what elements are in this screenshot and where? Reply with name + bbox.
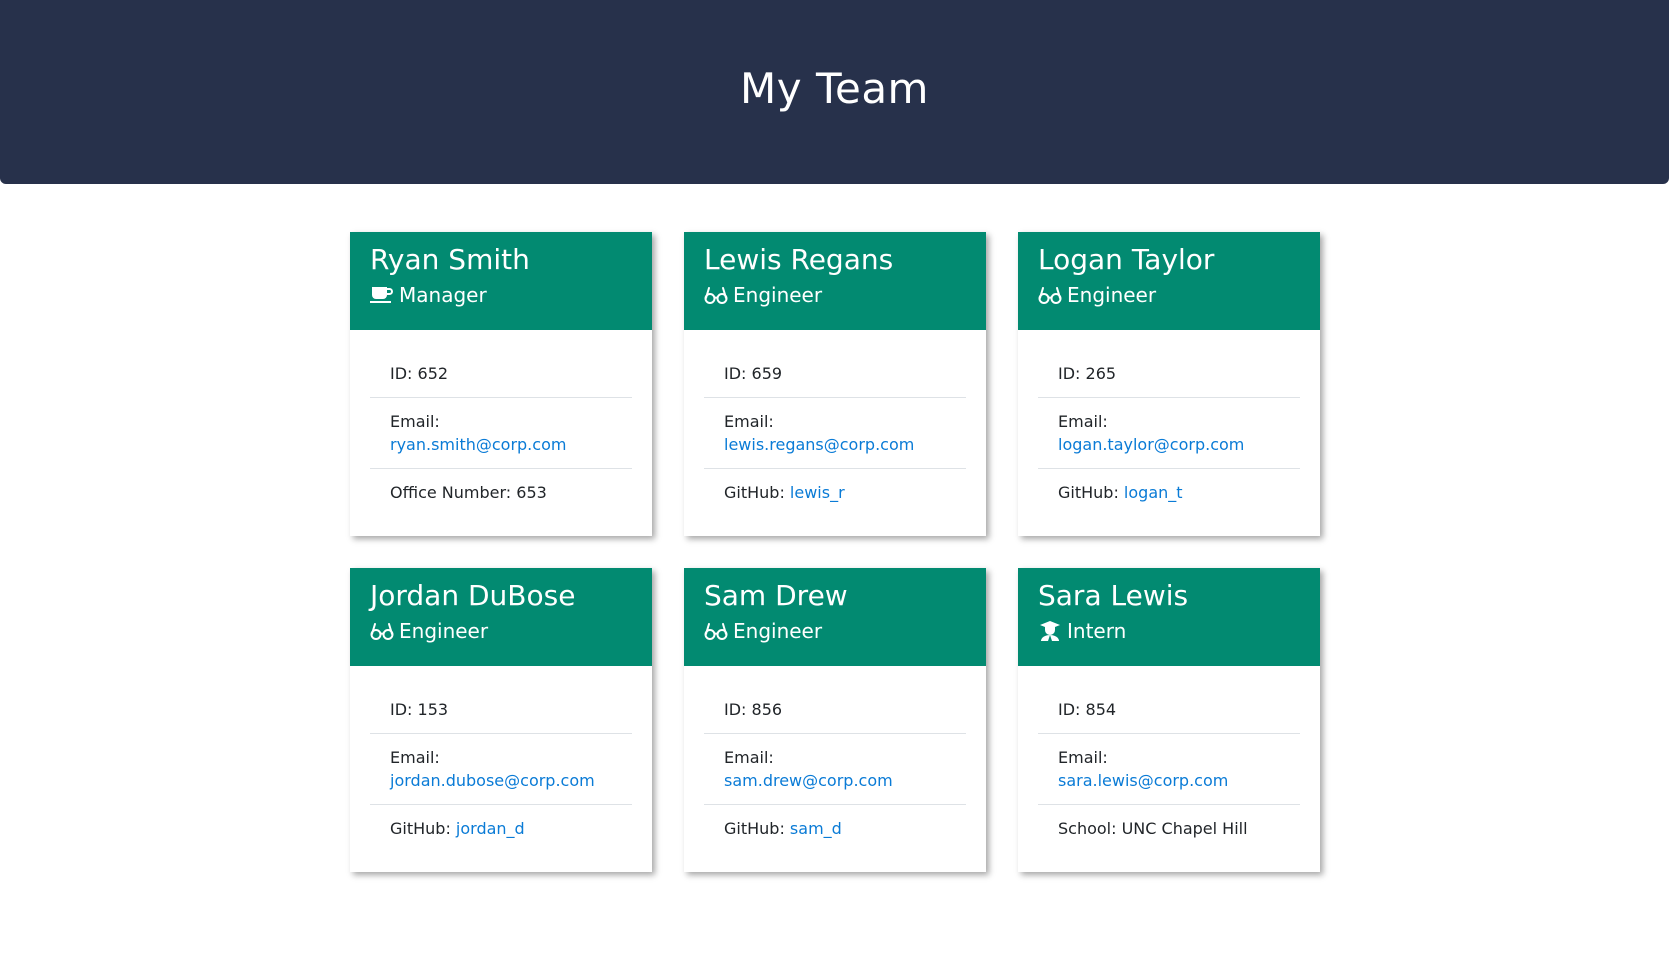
employee-id: ID: 856 <box>704 686 966 734</box>
employee-role: Intern <box>1038 618 1300 644</box>
employee-role: Engineer <box>704 618 966 644</box>
role-label: Engineer <box>733 619 823 643</box>
employee-card: Sam Drew Engineer ID: 856 Email: sam.dre… <box>684 568 986 872</box>
role-label: Engineer <box>733 283 823 307</box>
page-header: My Team <box>0 0 1669 184</box>
employee-role: Engineer <box>370 618 632 644</box>
employee-id: ID: 265 <box>1038 350 1300 398</box>
employee-role: Engineer <box>1038 282 1300 308</box>
github-row: GitHub: lewis_r <box>704 469 966 516</box>
employee-id: ID: 854 <box>1038 686 1300 734</box>
coffee-mug-icon <box>370 285 394 305</box>
email-label: Email: <box>1058 748 1108 767</box>
github-link[interactable]: lewis_r <box>790 483 845 502</box>
role-label: Manager <box>399 283 487 307</box>
email-label: Email: <box>390 748 440 767</box>
email-link[interactable]: sam.drew@corp.com <box>724 771 893 790</box>
glasses-icon <box>370 621 394 641</box>
email-link[interactable]: jordan.dubose@corp.com <box>390 771 595 790</box>
email-label: Email: <box>724 748 774 767</box>
employee-email-row: Email: jordan.dubose@corp.com <box>370 734 632 805</box>
employee-card: Jordan DuBose Engineer ID: 153 Email: jo… <box>350 568 652 872</box>
employee-email-row: Email: ryan.smith@corp.com <box>370 398 632 469</box>
glasses-icon <box>704 621 728 641</box>
email-link[interactable]: logan.taylor@corp.com <box>1058 435 1244 454</box>
github-label: GitHub: <box>724 483 790 502</box>
employee-name: Lewis Regans <box>704 243 894 276</box>
glasses-icon <box>1038 285 1062 305</box>
employee-card: Lewis Regans Engineer ID: 659 Email: lew… <box>684 232 986 536</box>
card-details: ID: 659 Email: lewis.regans@corp.com Git… <box>684 330 986 516</box>
card-header: Lewis Regans Engineer <box>684 232 986 330</box>
email-label: Email: <box>724 412 774 431</box>
graduate-icon <box>1038 621 1062 641</box>
github-label: GitHub: <box>1058 483 1124 502</box>
role-label: Engineer <box>1067 283 1157 307</box>
card-header: Jordan DuBose Engineer <box>350 568 652 666</box>
employee-name: Logan Taylor <box>1038 243 1215 276</box>
employee-email-row: Email: logan.taylor@corp.com <box>1038 398 1300 469</box>
employee-card: Ryan Smith Manager ID: 652 Email: ryan.s… <box>350 232 652 536</box>
employee-name: Sara Lewis <box>1038 579 1189 612</box>
employee-role: Engineer <box>704 282 966 308</box>
email-link[interactable]: ryan.smith@corp.com <box>390 435 566 454</box>
card-details: ID: 652 Email: ryan.smith@corp.com Offic… <box>350 330 652 516</box>
github-link[interactable]: logan_t <box>1124 483 1183 502</box>
employee-email-row: Email: sara.lewis@corp.com <box>1038 734 1300 805</box>
github-label: GitHub: <box>390 819 456 838</box>
github-row: GitHub: sam_d <box>704 805 966 852</box>
employee-role: Manager <box>370 282 632 308</box>
employee-id: ID: 652 <box>370 350 632 398</box>
github-link[interactable]: sam_d <box>790 819 842 838</box>
page-title: My Team <box>740 63 929 113</box>
employee-name: Sam Drew <box>704 579 848 612</box>
employee-card: Logan Taylor Engineer ID: 265 Email: log… <box>1018 232 1320 536</box>
github-row: GitHub: logan_t <box>1038 469 1300 516</box>
email-label: Email: <box>390 412 440 431</box>
glasses-icon <box>704 285 728 305</box>
email-link[interactable]: lewis.regans@corp.com <box>724 435 914 454</box>
employee-name: Ryan Smith <box>370 243 530 276</box>
github-link[interactable]: jordan_d <box>456 819 525 838</box>
role-label: Engineer <box>399 619 489 643</box>
school: School: UNC Chapel Hill <box>1058 819 1248 838</box>
employee-id: ID: 659 <box>704 350 966 398</box>
office-number: Office Number: 653 <box>390 483 547 502</box>
email-label: Email: <box>1058 412 1108 431</box>
employee-email-row: Email: lewis.regans@corp.com <box>704 398 966 469</box>
employee-card: Sara Lewis Intern ID: 854 Email: sara.le… <box>1018 568 1320 872</box>
card-details: ID: 854 Email: sara.lewis@corp.com Schoo… <box>1018 666 1320 852</box>
github-label: GitHub: <box>724 819 790 838</box>
email-link[interactable]: sara.lewis@corp.com <box>1058 771 1228 790</box>
role-label: Intern <box>1067 619 1127 643</box>
employee-email-row: Email: sam.drew@corp.com <box>704 734 966 805</box>
team-grid: Ryan Smith Manager ID: 652 Email: ryan.s… <box>350 232 1320 872</box>
card-header: Ryan Smith Manager <box>350 232 652 330</box>
card-details: ID: 153 Email: jordan.dubose@corp.com Gi… <box>350 666 652 852</box>
card-header: Sam Drew Engineer <box>684 568 986 666</box>
card-header: Logan Taylor Engineer <box>1018 232 1320 330</box>
card-header: Sara Lewis Intern <box>1018 568 1320 666</box>
card-details: ID: 856 Email: sam.drew@corp.com GitHub:… <box>684 666 986 852</box>
github-row: GitHub: jordan_d <box>370 805 632 852</box>
card-details: ID: 265 Email: logan.taylor@corp.com Git… <box>1018 330 1320 516</box>
employee-id: ID: 153 <box>370 686 632 734</box>
employee-name: Jordan DuBose <box>370 579 576 612</box>
